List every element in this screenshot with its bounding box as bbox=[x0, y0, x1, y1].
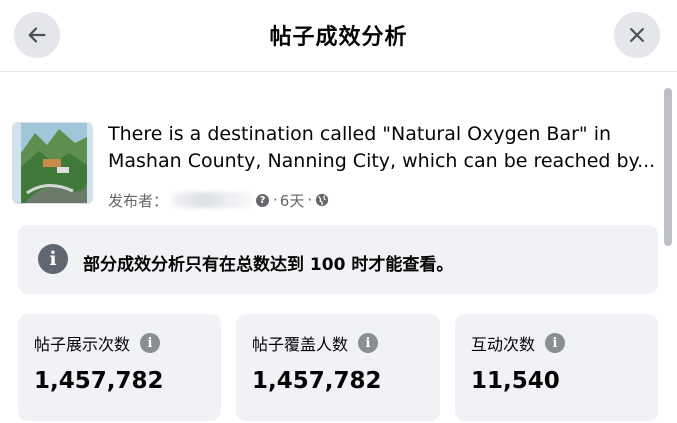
notice-text: 部分成效分析只有在总数达到 100 时才能查看。 bbox=[83, 255, 454, 275]
close-icon bbox=[630, 28, 644, 42]
post-time[interactable]: 6天 bbox=[280, 190, 305, 211]
stat-value: 1,457,782 bbox=[252, 368, 382, 394]
stat-card-engagements: 互动次数 i 11,540 bbox=[455, 314, 658, 421]
info-icon: i bbox=[38, 244, 68, 274]
stat-value: 11,540 bbox=[471, 368, 560, 394]
meta-separator: · bbox=[307, 191, 313, 209]
dialog-header: 帖子成效分析 bbox=[0, 0, 677, 72]
post-text[interactable]: There is a destination called "Natural O… bbox=[108, 121, 660, 175]
stat-card-reach: 帖子覆盖人数 i 1,457,782 bbox=[236, 314, 440, 421]
post-meta: 发布者： ? · 6天 · bbox=[108, 190, 329, 210]
info-icon[interactable]: i bbox=[358, 333, 379, 353]
stat-label: 互动次数 i bbox=[471, 331, 566, 355]
publisher-name-blurred[interactable] bbox=[172, 192, 253, 208]
question-icon[interactable]: ? bbox=[256, 193, 270, 207]
meta-separator: · bbox=[273, 191, 278, 209]
stat-label: 帖子展示次数 i bbox=[34, 331, 161, 355]
page-title: 帖子成效分析 bbox=[269, 25, 408, 50]
scrollbar[interactable] bbox=[664, 80, 672, 423]
post-text-line: There is a destination called "Natural O… bbox=[108, 123, 612, 145]
globe-icon bbox=[315, 193, 329, 207]
stat-label: 帖子覆盖人数 i bbox=[252, 331, 379, 355]
info-icon[interactable]: i bbox=[140, 333, 161, 353]
stat-card-impressions: 帖子展示次数 i 1,457,782 bbox=[18, 314, 221, 421]
landscape-thumbnail bbox=[13, 123, 92, 203]
post-text-line: Mashan County, Nanning City, which can b… bbox=[108, 150, 656, 172]
stat-label-text: 帖子覆盖人数 bbox=[252, 335, 349, 354]
scrollbar-thumb[interactable] bbox=[664, 88, 672, 246]
notice-banner: i 部分成效分析只有在总数达到 100 时才能查看。 bbox=[18, 225, 658, 294]
post-preview[interactable]: There is a destination called "Natural O… bbox=[12, 118, 660, 214]
stat-label-text: 帖子展示次数 bbox=[34, 335, 131, 354]
stat-label-text: 互动次数 bbox=[471, 335, 536, 354]
publisher-label: 发布者： bbox=[108, 191, 169, 210]
close-button[interactable] bbox=[614, 12, 660, 58]
stat-value: 1,457,782 bbox=[34, 368, 164, 394]
post-thumbnail[interactable] bbox=[12, 122, 93, 204]
info-icon[interactable]: i bbox=[545, 333, 566, 353]
